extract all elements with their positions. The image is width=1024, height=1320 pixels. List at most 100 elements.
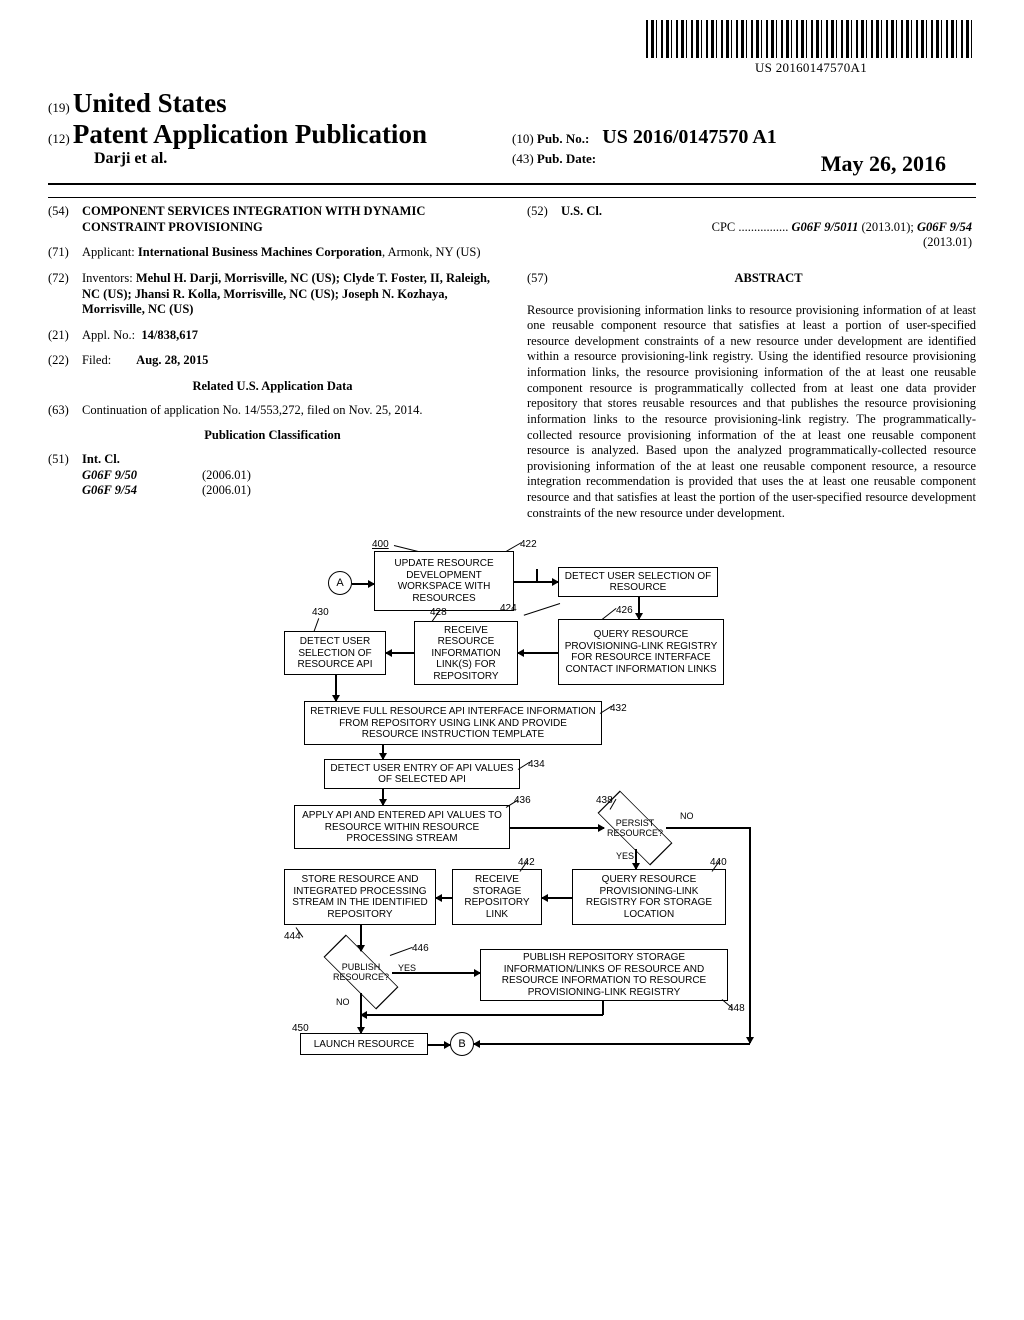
pubno-value: US 2016/0147570 A1 [602,126,776,148]
ref-438: 438 [596,795,613,806]
code-43: (43) [512,151,534,166]
sec-num-54: (54) [48,204,82,235]
applicant-name: International Business Machines Corporat… [138,245,382,259]
arrow-b9-b10 [542,897,572,899]
arrow-a-b1 [352,583,374,585]
ref-422: 422 [520,539,537,550]
pubclass-title: Publication Classification [48,428,497,444]
box-receive-storage-link: RECEIVE STORAGE REPOSITORY LINK [452,869,542,925]
ref-434: 434 [528,759,545,770]
arrow-d1-yes [635,849,637,869]
decision-persist: PERSIST RESOURCE? [604,807,666,849]
box-store-resource: STORE RESOURCE AND INTEGRATED PROCESSING… [284,869,436,925]
arrow-b12-out-h [361,1014,603,1016]
ref-432: 432 [610,703,627,714]
arrow-no1-join [474,1043,750,1045]
lead-430 [314,618,320,631]
arrow-d1-no-h [666,827,750,829]
box-detect-selection: DETECT USER SELECTION OF RESOURCE [558,567,718,597]
divider-thick [48,183,976,185]
section-72: (72) Inventors: Mehul H. Darji, Morrisvi… [48,271,497,318]
filed-label: Filed: [82,353,111,367]
code-10: (10) [512,131,534,146]
sec-num-72: (72) [48,271,82,318]
figure-region: 400 A UPDATE RESOURCE DEVELOPMENT WORKSP… [48,539,976,1179]
box-update-workspace: UPDATE RESOURCE DEVELOPMENT WORKSPACE WI… [374,551,514,611]
no-label-1: NO [680,811,694,821]
sec-num-52: (52) [527,204,561,251]
arrow-b8-d1 [510,827,604,829]
decision-publish: PUBLISH RESOURCE? [330,951,392,993]
cpc-val2: G06F 9/54 [917,220,972,234]
cpc-label: CPC [712,220,736,234]
abstract-body: Resource provisioning information links … [527,303,976,522]
ref-448: 448 [728,1003,745,1014]
invention-title: COMPONENT SERVICES INTEGRATION WITH DYNA… [82,204,497,235]
node-a: A [328,571,352,595]
ref-400: 400 [372,539,389,550]
arrow-b5-b6-v [335,675,337,701]
section-21: (21) Appl. No.: 14/838,617 [48,328,497,344]
uscl-label: U.S. Cl. [561,204,976,220]
box-apply-api: APPLY API AND ENTERED API VALUES TO RESO… [294,805,510,849]
box-publish-info: PUBLISH REPOSITORY STORAGE INFORMATION/L… [480,949,728,1001]
applno-label: Appl. No.: [82,328,135,342]
sec-num-57: (57) [527,271,561,293]
ipc-date-1: (2006.01) [202,483,251,499]
inventors-label: Inventors: [82,271,133,285]
ref-426: 426 [616,605,633,616]
abstract-title: ABSTRACT [561,271,976,287]
box-query-registry-interface: QUERY RESOURCE PROVISIONING-LINK REGISTR… [558,619,724,685]
sec-num-63: (63) [48,403,82,419]
pubdate-value: May 26, 2016 [821,151,976,177]
section-54: (54) COMPONENT SERVICES INTEGRATION WITH… [48,204,497,235]
section-51: (51) Int. Cl. G06F 9/50 (2006.01) G06F 9… [48,452,497,499]
ref-430: 430 [312,607,329,618]
arrow-b2-b3 [638,597,640,619]
right-column: (52) U.S. Cl. CPC ................ G06F … [527,204,976,521]
arrow-b13-b [428,1044,450,1046]
ipc-date-0: (2006.01) [202,468,251,484]
arrow-b6-b7 [382,745,384,759]
cpc-val1: G06F 9/5011 [792,220,859,234]
section-52: (52) U.S. Cl. CPC ................ G06F … [527,204,976,251]
intcl-label: Int. Cl. [82,452,497,468]
box-launch-resource: LAUNCH RESOURCE [300,1033,428,1055]
section-71: (71) Applicant: International Business M… [48,245,497,261]
box-detect-api-entry: DETECT USER ENTRY OF API VALUES OF SELEC… [324,759,520,789]
arrow-d1-no-v [749,827,751,1043]
applicant-loc: , Armonk, NY (US) [382,245,481,259]
left-column: (54) COMPONENT SERVICES INTEGRATION WITH… [48,204,497,521]
no-label-2: NO [336,997,350,1007]
arrow-d2-yes [392,972,480,974]
ipc-code-0: G06F 9/50 [82,468,202,484]
authors-line: Darji et al. [94,150,512,168]
flowchart: 400 A UPDATE RESOURCE DEVELOPMENT WORKSP… [222,539,802,1179]
section-57: (57) ABSTRACT [527,271,976,293]
document-header: (19) United States (12) Patent Applicati… [48,88,976,177]
yes-label-1: YES [616,851,634,861]
section-22: (22) Filed: Aug. 28, 2015 [48,353,497,369]
barcode-text: US 20160147570A1 [646,60,976,76]
arrow-b7-b8 [382,789,384,805]
sec-num-21: (21) [48,328,82,344]
box-retrieve-api-info: RETRIEVE FULL RESOURCE API INTERFACE INF… [304,701,602,745]
arrow-b4-b5 [386,652,414,654]
arrow-b3-b4 [518,652,558,654]
sec-num-71: (71) [48,245,82,261]
arrow-b12-out-v [602,1001,604,1015]
code-19: (19) [48,100,70,115]
cpc-d2: (2013.01) [923,235,972,249]
lead-446 [390,947,413,956]
ipc-code-1: G06F 9/54 [82,483,202,499]
barcode-region: US 20160147570A1 [646,20,976,76]
section-63: (63) Continuation of application No. 14/… [48,403,497,419]
pubno-label: Pub. No.: [537,131,589,146]
lead-424 [524,603,560,616]
arrow-b10-b11 [436,897,452,899]
applno-value: 14/838,617 [141,328,198,342]
related-data-title: Related U.S. Application Data [48,379,497,395]
pubdate-label: Pub. Date: [537,151,596,166]
country-title: United States [73,88,227,118]
filed-value: Aug. 28, 2015 [136,353,208,367]
